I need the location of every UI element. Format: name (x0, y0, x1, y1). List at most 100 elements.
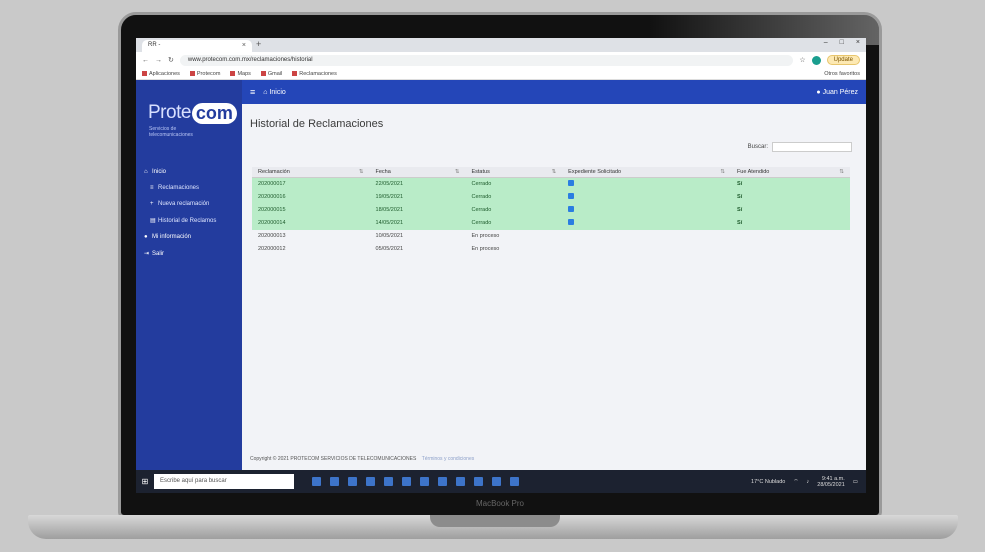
teams-icon[interactable] (456, 477, 465, 486)
checkbox-checked-icon (568, 193, 575, 199)
network-icon[interactable]: ⌔ (793, 478, 798, 485)
plus-icon: + (150, 201, 154, 207)
column-header-expediente[interactable]: Expediente Solicitado ⇅ (562, 167, 731, 178)
search-input[interactable] (772, 142, 852, 152)
edge-icon[interactable] (330, 477, 339, 486)
cell-reclamacion: 202000014 (252, 216, 370, 230)
checkbox-checked-icon (568, 180, 575, 187)
web-app: Prote com Servicios de telecomunicaciones… (136, 80, 866, 470)
browser-tabbar: RR - × + – □ × (136, 38, 866, 52)
cell-estatus: Cerrado (465, 216, 563, 230)
sort-icon: ⇅ (358, 169, 364, 175)
sidebar-item-reclamaciones[interactable]: ≡ Reclamaciones (136, 180, 242, 196)
table-row[interactable]: 202000015 18/05/2021 Cerrado Sí (252, 203, 850, 217)
notifications-icon[interactable]: ▭ (853, 479, 858, 485)
column-header-fecha[interactable]: Fecha ⇅ (369, 167, 466, 178)
maximize-icon[interactable]: □ (840, 39, 844, 46)
taskbar-search-input[interactable]: Escribe aquí para buscar (154, 474, 294, 489)
bookmark-icon (260, 70, 266, 76)
taskbar-clock[interactable]: 9:41 a.m. 28/05/2021 (817, 476, 845, 488)
user-menu[interactable]: ● Juan Pérez (816, 89, 858, 96)
cell-atendido: Sí (730, 203, 850, 217)
profile-avatar[interactable] (811, 55, 821, 65)
app-icon[interactable] (510, 477, 519, 486)
hamburger-icon[interactable]: ≡ (250, 87, 255, 97)
bookmark-gmail[interactable]: Gmail (260, 70, 282, 77)
bookmark-reclamaciones[interactable]: Reclamaciones (292, 71, 337, 77)
browser-tab[interactable]: RR - × (142, 40, 252, 52)
windows-start-icon[interactable]: ⊞ (136, 477, 154, 486)
close-icon[interactable]: × (242, 42, 246, 50)
claims-table: Reclamación ⇅ Fecha ⇅ Estatus ⇅ Expediente … (252, 167, 850, 256)
forward-icon[interactable]: → (155, 57, 162, 64)
bookmark-others[interactable]: Otros favoritos (824, 71, 860, 77)
word-icon[interactable] (420, 477, 429, 486)
new-tab-icon[interactable]: + (256, 39, 261, 49)
sidebar-item-historial[interactable]: ▤ Historial de Reclamos (136, 212, 242, 229)
laptop-screen: RR - × + – □ × ← → ↻ www.protecom.com.mx… (136, 38, 866, 493)
close-window-icon[interactable]: × (856, 39, 860, 46)
sidebar-item-inicio[interactable]: ⌂ Inicio (136, 164, 242, 180)
system-tray: 17°C Nublado ⌔ ♪ 9:41 a.m. 28/05/2021 ▭ (751, 476, 866, 488)
cell-reclamacion: 202000015 (252, 203, 370, 217)
minimize-icon[interactable]: – (824, 39, 828, 46)
cell-reclamacion: 202000017 (252, 177, 370, 191)
chrome-icon[interactable] (402, 477, 411, 486)
table-row[interactable]: 202000014 14/05/2021 Cerrado Sí (252, 216, 850, 230)
sidebar-item-nueva-reclamacion[interactable]: + Nueva reclamación (136, 196, 242, 212)
task-view-icon[interactable] (312, 477, 321, 486)
bookmarks-bar: Aplicaciones Protecom Maps Gmail Reclama… (136, 68, 866, 80)
bookmark-icon (230, 70, 236, 76)
table-header-row: Reclamación ⇅ Fecha ⇅ Estatus ⇅ Expediente … (252, 167, 850, 178)
column-header-estatus[interactable]: Estatus ⇅ (465, 167, 563, 178)
cell-estatus: Cerrado (465, 177, 563, 191)
cell-fecha: 18/05/2021 (369, 203, 466, 217)
explorer-icon[interactable] (348, 477, 357, 486)
sort-icon: ⇅ (551, 169, 557, 175)
cell-fecha: 10/05/2021 (369, 229, 466, 243)
settings-icon[interactable] (474, 477, 483, 486)
cell-atendido: Sí (730, 190, 850, 204)
sidebar-item-salir[interactable]: ⇥ Salir (136, 245, 242, 262)
footer-link[interactable]: Términos y condiciones (422, 456, 475, 462)
cell-expediente (562, 177, 731, 191)
protecom-logo[interactable]: Prote com (148, 102, 242, 124)
star-icon[interactable]: ☆ (799, 56, 805, 64)
cell-reclamacion: 202000013 (252, 229, 370, 243)
topbar-home-link[interactable]: ⌂ Inicio (263, 89, 286, 96)
clock-time: 9:41 a.m. (821, 475, 845, 482)
table-row[interactable]: 202000017 22/05/2021 Cerrado Sí (252, 177, 850, 191)
column-header-atendido[interactable]: Fue Atendido ⇅ (730, 167, 850, 178)
store-icon[interactable] (366, 477, 375, 486)
reload-icon[interactable]: ↻ (168, 56, 174, 64)
logo-tagline: Servicios de telecomunicaciones (149, 126, 193, 138)
volume-icon[interactable]: ♪ (807, 479, 810, 485)
sidebar-item-mi-informacion[interactable]: ● Mi información (136, 229, 242, 245)
update-button[interactable]: Update (826, 55, 860, 65)
cell-reclamacion: 202000016 (252, 190, 370, 204)
table-row[interactable]: 202000012 05/05/2021 En proceso (252, 242, 850, 256)
bookmark-protecom[interactable]: Protecom (189, 71, 220, 77)
column-header-reclamacion[interactable]: Reclamación ⇅ (252, 167, 370, 178)
top-navbar: ≡ ⌂ Inicio ● Juan Pérez (242, 80, 866, 104)
history-icon: ▤ (150, 218, 156, 224)
bookmark-apps[interactable]: Aplicaciones (142, 71, 180, 77)
table-row[interactable]: 202000013 10/05/2021 En proceso (252, 229, 850, 243)
back-icon[interactable]: ← (142, 57, 149, 64)
table-row[interactable]: 202000016 19/05/2021 Cerrado Sí (252, 190, 850, 204)
mail-icon[interactable] (384, 477, 393, 486)
cell-expediente (562, 216, 731, 230)
list-icon: ≡ (150, 185, 154, 191)
excel-icon[interactable] (438, 477, 447, 486)
url-field[interactable]: www.protecom.com.mx/reclamaciones/histor… (179, 54, 794, 66)
window-controls: – □ × (824, 39, 860, 46)
cell-estatus: En proceso (465, 242, 563, 256)
cell-fecha: 19/05/2021 (369, 190, 466, 204)
app-icon[interactable] (492, 477, 501, 486)
laptop-brand: MacBook Pro (475, 499, 525, 508)
home-icon: ⌂ (144, 169, 148, 175)
cell-expediente (562, 242, 731, 256)
weather-widget[interactable]: 17°C Nublado (751, 479, 785, 485)
bookmark-maps[interactable]: Maps (230, 70, 251, 77)
main-content: Historial de Reclamaciones Buscar: Recla… (242, 104, 866, 470)
